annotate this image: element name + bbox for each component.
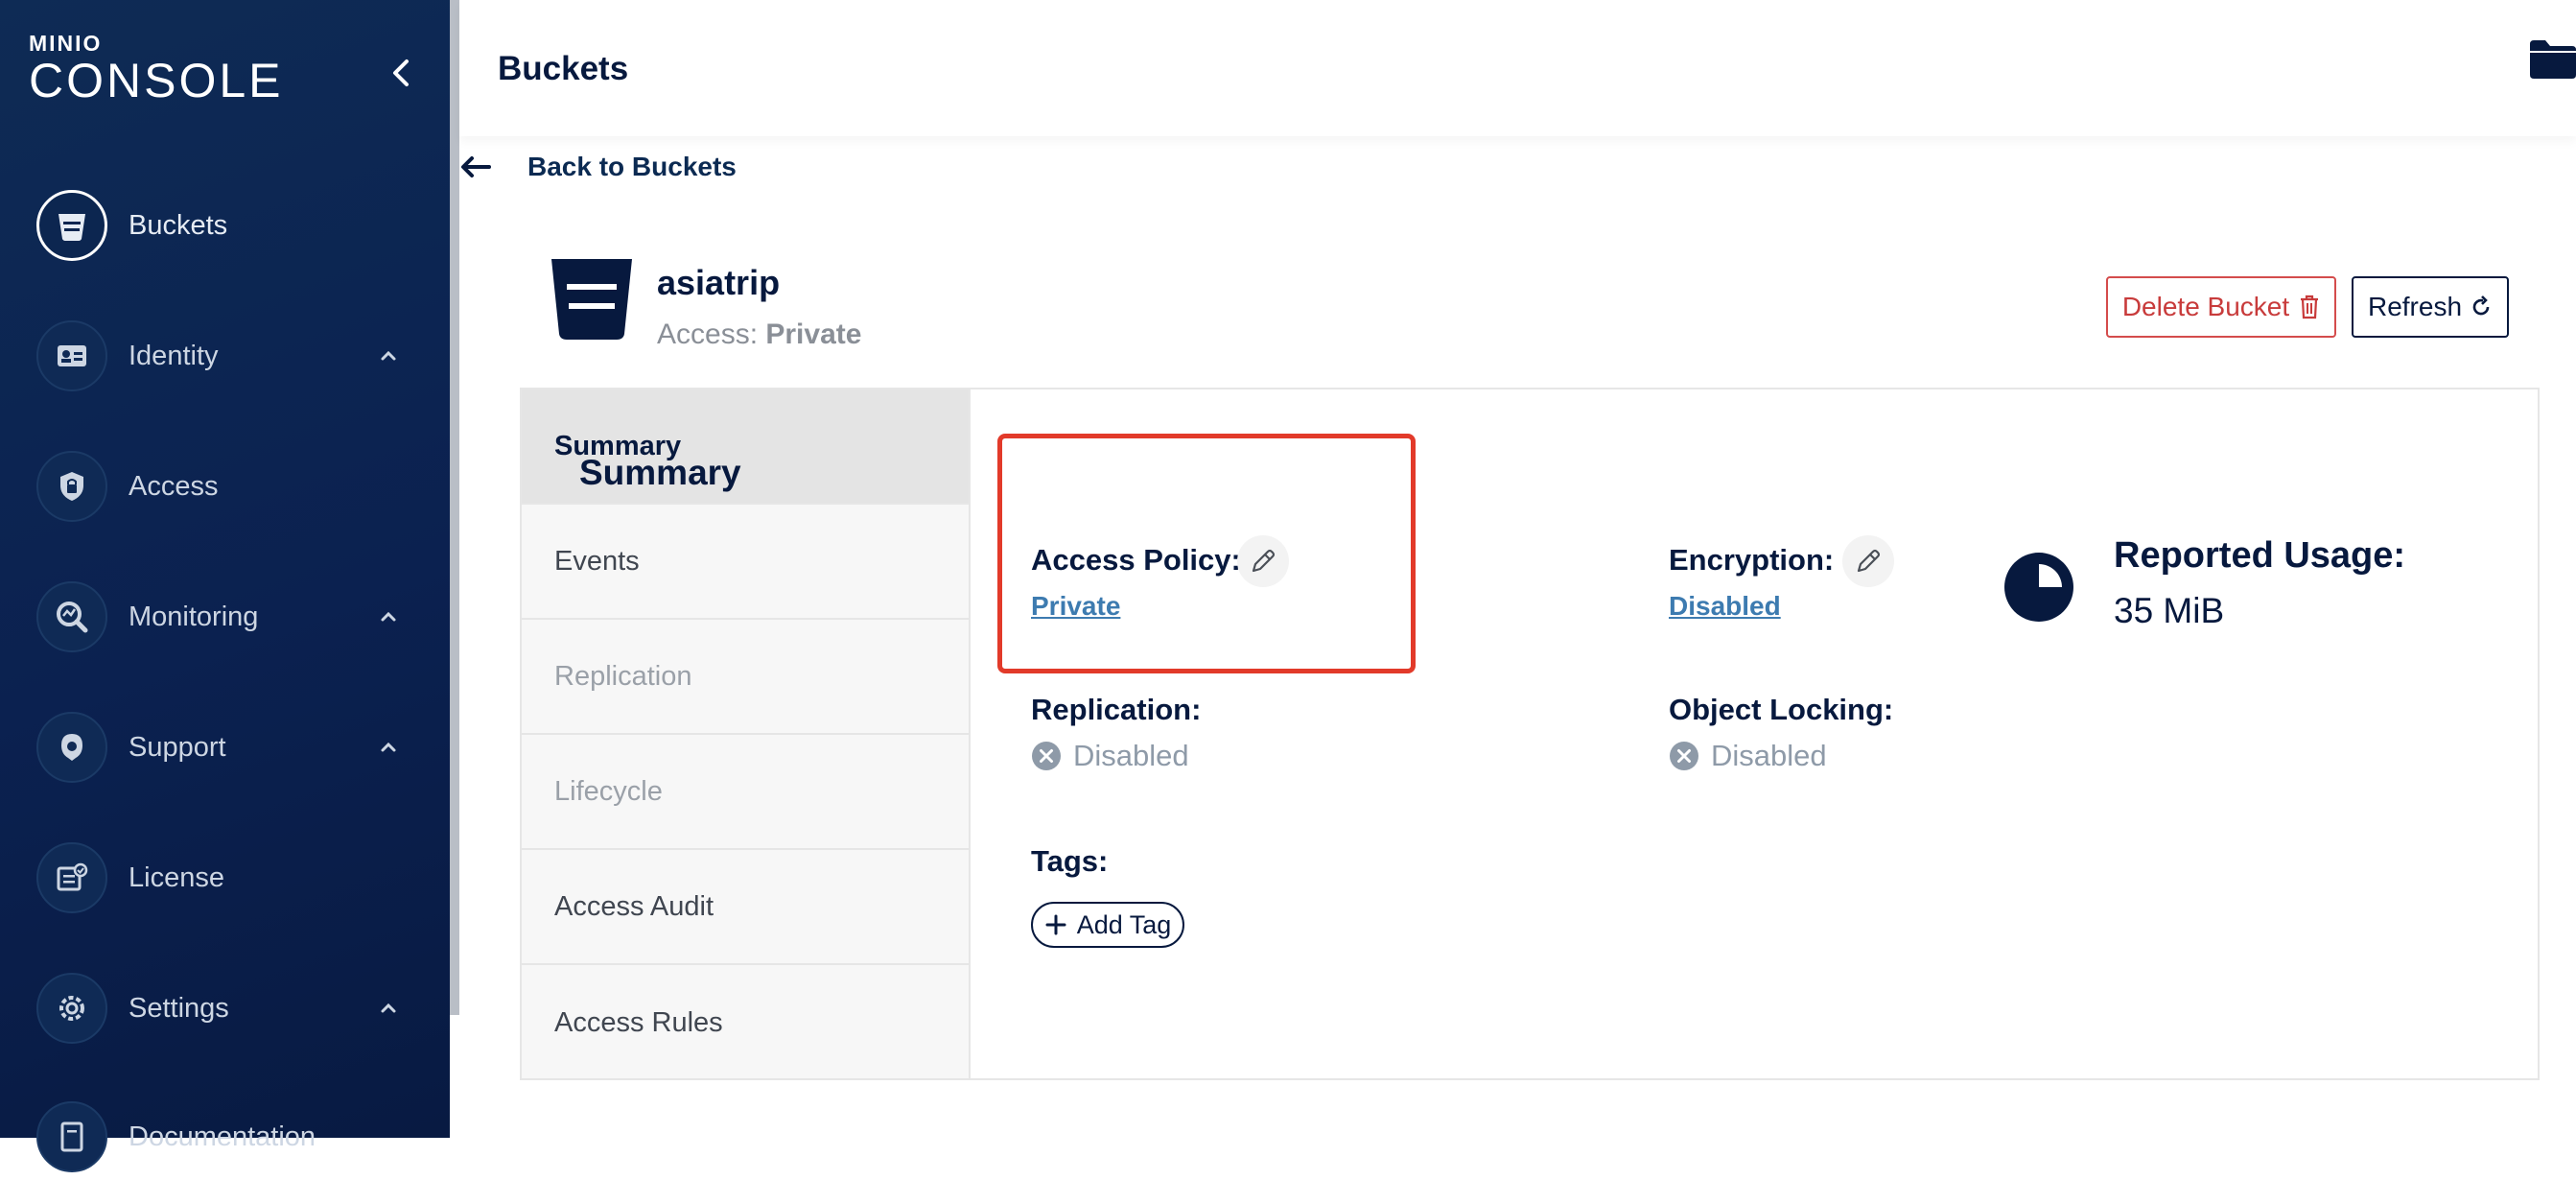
tab-replication: Replication [522,620,969,735]
encryption-label: Encryption: [1669,543,1835,577]
delete-bucket-label: Delete Bucket [2121,292,2290,321]
sidebar-item-label: Access [129,470,219,502]
replication-status: Disabled [1031,739,1189,773]
sidebar-item-identity[interactable]: Identity [0,313,450,399]
add-tag-button[interactable]: Add Tag [1031,902,1184,948]
encryption-link[interactable]: Disabled [1669,591,1781,622]
logo-brand: MINIO [29,31,103,56]
chevron-up-icon[interactable] [378,349,399,363]
bucket-access: Access: Private [657,319,861,351]
tab-lifecycle: Lifecycle [522,735,969,850]
collapse-sidebar-button[interactable] [386,54,416,92]
chevron-left-icon [393,59,409,86]
minio-console-logo[interactable]: MINIO CONSOLE [29,31,284,107]
gear-icon [36,973,107,1044]
page-title: Buckets [498,50,629,87]
refresh-icon [2472,295,2490,316]
sidebar-item-support[interactable]: Support [0,704,450,791]
sidebar-item-documentation[interactable]: Documentation [0,1094,450,1180]
page-header: Buckets [459,0,2576,136]
object-locking-status: Disabled [1669,739,1827,773]
arrow-left-icon [461,156,491,177]
access-policy-label: Access Policy: [1031,543,1241,577]
sidebar-item-access[interactable]: Access [0,443,450,530]
tab-access-rules[interactable]: Access Rules [522,965,969,1080]
back-link-label: Back to Buckets [527,152,737,181]
sidebar-item-label: Documentation [129,1121,316,1152]
sidebar-item-buckets[interactable]: Buckets [0,182,450,269]
folder-button[interactable] [2528,36,2576,83]
magnifier-chart-icon [36,581,107,652]
chevron-up-icon[interactable] [378,610,399,624]
lock-shield-icon [36,451,107,522]
sidebar-item-label: Identity [129,340,219,371]
refresh-label: Refresh [2367,292,2463,321]
replication-label: Replication: [1031,693,1202,726]
sidebar-item-label: Buckets [129,209,228,241]
tab-events[interactable]: Events [522,505,969,620]
object-locking-value: Disabled [1711,739,1827,772]
chevron-up-icon[interactable] [378,1002,399,1015]
tab-access-audit[interactable]: Access Audit [522,850,969,965]
bucket-access-prefix: Access: [657,319,759,350]
pencil-icon [1857,549,1881,573]
plus-icon [1045,914,1066,935]
pencil-icon [1252,549,1276,573]
sidebar-scrollbar[interactable] [450,0,459,1015]
bucket-access-value: Private [765,319,862,350]
logo-product: CONSOLE [29,54,284,107]
edit-encryption-button[interactable] [1842,535,1894,587]
access-policy-link[interactable]: Private [1031,591,1120,622]
document-icon [36,1101,107,1172]
sidebar-item-label: Monitoring [129,601,259,632]
sidebar-item-monitoring[interactable]: Monitoring [0,574,450,660]
disabled-x-icon [1670,742,1698,770]
trash-icon [2301,295,2319,319]
replication-value: Disabled [1073,739,1189,772]
sidebar-item-label: License [129,861,224,893]
bucket-name: asiatrip [657,263,781,302]
license-icon [36,842,107,913]
disabled-x-icon [1032,742,1061,770]
summary-content [972,389,2540,1078]
refresh-button[interactable]: Refresh [2352,276,2509,338]
folder-icon [2530,40,2576,79]
summary-title: Summary [579,453,741,492]
id-card-icon [36,320,107,391]
sidebar-item-label: Settings [129,992,229,1024]
delete-bucket-button[interactable]: Delete Bucket [2106,276,2336,338]
sidebar: MINIO CONSOLE Buckets Identity Access Mo… [0,0,450,1172]
reported-usage-label: Reported Usage: [2114,535,2406,576]
usage-pie-icon [2004,553,2073,622]
edit-access-policy-button[interactable] [1237,535,1289,587]
sidebar-scrollbar-track [450,1015,459,1138]
sidebar-item-license[interactable]: License [0,835,450,921]
chevron-up-icon[interactable] [378,741,399,754]
object-locking-label: Object Locking: [1669,693,1894,726]
sidebar-item-settings[interactable]: Settings [0,965,450,1051]
support-icon [36,712,107,783]
add-tag-label: Add Tag [1076,909,1172,939]
reported-usage-value: 35 MiB [2114,591,2225,630]
sidebar-item-label: Support [129,731,226,763]
tags-label: Tags: [1031,844,1109,878]
bucket-icon [36,190,107,261]
bucket-icon [551,259,632,340]
bucket-details-panel: Summary Events Replication Lifecycle Acc… [520,388,2540,1080]
